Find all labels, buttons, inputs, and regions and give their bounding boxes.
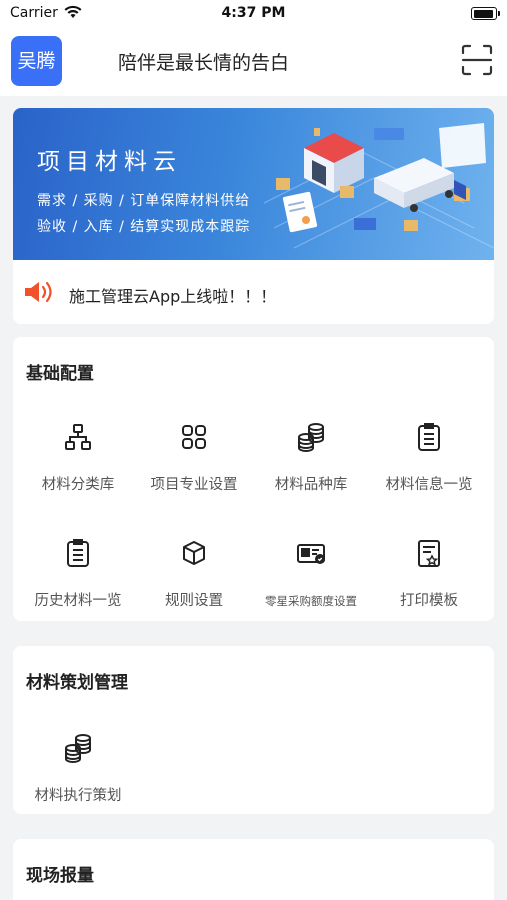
battery-icon [471,7,500,20]
speaker-icon [25,281,52,303]
grid-item-label: 项目专业设置 [150,477,238,493]
coins-stack-icon [65,734,91,763]
section-title-basic: 基础配置 [26,364,94,384]
grid-item-material-execution-plan[interactable]: 材料执行策划 [18,732,138,805]
card-check-icon [297,544,325,564]
grid-item-label: 材料品种库 [274,477,348,493]
promo-banner[interactable]: 项目材料云 需求 / 采购 / 订单保障材料供给 验收 / 入库 / 结算实现成… [13,108,494,260]
section-title-planning: 材料策划管理 [26,673,128,693]
grid-item-label: 材料信息一览 [385,477,473,493]
material-planning-section: 材料策划管理 材料执行策划 [13,646,494,814]
banner-card: 项目材料云 需求 / 采购 / 订单保障材料供给 验收 / 入库 / 结算实现成… [13,108,494,324]
scan-icon[interactable] [461,44,493,76]
grid-item-label: 材料执行策划 [34,788,122,804]
banner-line-2: 验收 / 入库 / 结算实现成本跟踪 [37,219,251,235]
site-report-section: 现场报量 [13,839,494,900]
grid-item-material-variety[interactable]: 材料品种库 [251,421,371,494]
notice-text: 施工管理云App上线啦！！！ [69,287,277,306]
grid-item-label: 规则设置 [165,593,223,609]
avatar[interactable]: 吴腾 [11,36,62,86]
notice-bar[interactable]: 施工管理云App上线啦！！！ [13,260,494,324]
section-title-site: 现场报量 [26,866,94,886]
grid-icon [182,425,206,449]
status-bar: Carrier 4:37 PM [0,0,507,28]
grid-item-material-category[interactable]: 材料分类库 [18,421,138,494]
clipboard-list-icon [418,423,440,451]
top-nav: 吴腾 陪伴是最长情的告白 [0,28,507,96]
grid-item-label: 打印模板 [400,593,458,609]
grid-item-history-materials[interactable]: 历史材料一览 [18,537,138,610]
coins-stack-icon [298,423,324,452]
grid-item-material-info[interactable]: 材料信息一览 [369,421,489,494]
hierarchy-icon [65,424,91,450]
clipboard-list-icon [67,539,89,567]
clock: 4:37 PM [221,5,286,21]
grid-item-label: 零星采购额度设置 [265,594,357,608]
grid-item-label: 材料分类库 [41,477,115,493]
banner-line-1: 需求 / 采购 / 订单保障材料供给 [37,193,251,209]
warehouse-illustration [304,133,364,193]
grid-item-project-specialty[interactable]: 项目专业设置 [134,421,254,494]
cube-icon [183,541,205,565]
page-title: 陪伴是最长情的告白 [118,52,290,74]
logistics-illustration [263,123,494,249]
grid-item-label: 历史材料一览 [34,593,122,609]
basic-config-section: 基础配置 材料分类库 项目专业设置 材料品种库 材料信息一览 历史材料一览 规则… [13,337,494,621]
template-icon [418,540,440,567]
grid-item-print-template[interactable]: 打印模板 [369,537,489,610]
banner-title: 项目材料云 [37,149,182,175]
grid-item-rule-settings[interactable]: 规则设置 [134,537,254,610]
grid-item-petty-purchase-quota[interactable]: 零星采购额度设置 [251,537,371,609]
